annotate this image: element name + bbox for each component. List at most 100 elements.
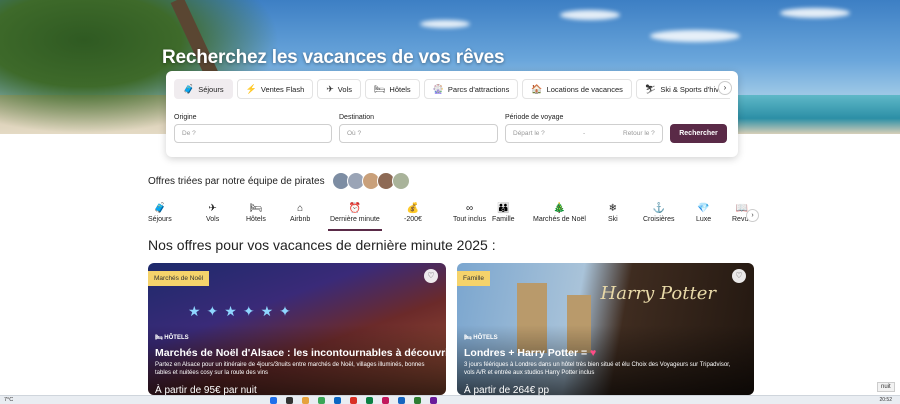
suitcase-icon: 🧳	[153, 203, 167, 214]
destination-label: Destination	[339, 114, 375, 121]
category-item[interactable]: ∞ Tout inclus	[453, 203, 486, 223]
taskbar-app-icon[interactable]	[430, 397, 437, 404]
favorite-heart-icon[interactable]: ♡	[424, 269, 438, 283]
offer-kind-label: HÔTELS	[164, 335, 189, 341]
search-button[interactable]: Rechercher	[670, 124, 727, 143]
search-tab[interactable]: 🧳 Séjours	[174, 79, 233, 99]
taskbar-app-icons	[270, 397, 437, 404]
category-label: Airbnb	[290, 216, 311, 223]
favorite-heart-icon[interactable]: ♡	[732, 269, 746, 283]
active-category-underline	[328, 229, 382, 231]
offer-badge: Famille	[457, 271, 490, 286]
categories-next-chevron-icon[interactable]: ›	[746, 209, 759, 222]
search-tab-label: Vols	[337, 84, 352, 94]
offer-card-alsace[interactable]: ★✦★✦★✦ Marchés de Noël ♡ 🛏 HÔTELS Marché…	[148, 263, 446, 395]
taskbar-app-icon[interactable]	[398, 397, 405, 404]
taskbar-app-icon[interactable]	[382, 397, 389, 404]
team-avatars	[332, 172, 410, 190]
snowflake-icon: ❄	[608, 203, 618, 214]
search-tab[interactable]: ⛷ Ski & Sports d'hiver	[635, 79, 730, 99]
category-label: Hôtels	[246, 216, 266, 223]
heart-emoji-icon: ♥	[590, 347, 597, 359]
category-item[interactable]: ⏰ Dernière minute	[328, 203, 382, 231]
offer-price: À partir de 264€ pp	[464, 385, 550, 395]
offers-title: Nos offres pour vos vacances de dernière…	[148, 237, 496, 253]
harry-potter-artwork: Harry Potter	[600, 283, 716, 304]
taskbar-app-icon[interactable]	[366, 397, 373, 404]
taskbar-app-icon[interactable]	[302, 397, 309, 404]
taskbar-app-icon[interactable]	[286, 397, 293, 404]
ski-icon: ⛷	[644, 83, 657, 94]
category-item[interactable]: 💎 Luxe	[696, 203, 711, 223]
nuit-chip: nuit	[877, 382, 895, 392]
search-tab[interactable]: ✈ Vols	[317, 79, 361, 99]
offer-kind: 🛏 HÔTELS	[464, 335, 498, 341]
offer-card-london[interactable]: Harry Potter Famille ♡ 🛏 HÔTELS Londres …	[457, 263, 754, 395]
alarm-icon: ⏰	[348, 203, 362, 214]
period-label: Période de voyage	[505, 114, 564, 121]
category-item[interactable]: 🎄 Marchés de Noël	[533, 203, 586, 223]
offer-title: Londres + Harry Potter = ♥	[464, 347, 596, 359]
offer-badge: Marchés de Noël	[148, 271, 210, 286]
search-tab[interactable]: ⚡ Ventes Flash	[236, 79, 314, 99]
search-tab[interactable]: 🎡 Parcs d'attractions	[423, 79, 519, 99]
period-input[interactable]: Départ le ? - Retour le ?	[505, 124, 663, 143]
bed-icon: 🛏	[249, 203, 263, 214]
departure-placeholder: Départ le ?	[513, 130, 545, 137]
hero-title: Recherchez les vacances de vos rêves	[162, 47, 505, 68]
category-item[interactable]: 🛏 Hôtels	[246, 203, 266, 223]
weather-widget[interactable]: 7°C	[4, 397, 13, 403]
category-label: Luxe	[696, 216, 712, 223]
category-label: Dernière minute	[330, 216, 380, 223]
category-label: Ski	[608, 216, 618, 223]
offer-title-text: Londres + Harry Potter =	[464, 347, 588, 359]
taskbar-app-icon[interactable]	[350, 397, 357, 404]
bed-icon: 🛏	[373, 83, 386, 94]
category-item[interactable]: 👪 Famille	[492, 203, 515, 223]
airbnb-icon: ⌂	[297, 203, 304, 214]
search-tab-label: Ski & Sports d'hiver	[660, 84, 726, 94]
return-placeholder: Retour le ?	[623, 130, 655, 137]
search-tab-label: Parcs d'attractions	[447, 84, 510, 94]
clock[interactable]: 20:52	[879, 397, 892, 403]
offer-price: À partir de 95€ par nuit	[155, 385, 257, 395]
category-label: Vols	[206, 216, 220, 223]
origin-input[interactable]: De ?	[174, 124, 332, 143]
category-item[interactable]: ⚓ Croisières	[643, 203, 675, 223]
suitcase-icon: 🧳	[183, 83, 195, 94]
search-tab[interactable]: 🛏 Hôtels	[364, 79, 420, 99]
search-tab-label: Hôtels	[389, 84, 411, 94]
search-tab-label: Ventes Flash	[260, 84, 305, 94]
category-label: -200€	[404, 216, 422, 223]
offer-kind-label: HÔTELS	[473, 335, 498, 341]
category-item[interactable]: 🧳 Séjours	[148, 203, 172, 223]
plane-icon: ✈	[208, 203, 217, 214]
tabs-next-chevron-icon[interactable]: ›	[718, 81, 732, 95]
category-label: Marchés de Noël	[533, 216, 586, 223]
search-tab[interactable]: 🏠 Locations de vacances	[522, 79, 632, 99]
taskbar-app-icon[interactable]	[270, 397, 277, 404]
period-separator: -	[583, 130, 586, 137]
plane-icon: ✈	[326, 83, 334, 94]
search-tab-label: Séjours	[198, 84, 224, 94]
category-label: Tout inclus	[453, 216, 487, 223]
money-bag-icon: 💰	[406, 203, 420, 214]
tree-icon: 🎄	[553, 203, 566, 214]
pirates-title: Offres triées par notre équipe de pirate…	[148, 176, 325, 187]
destination-input[interactable]: Où ?	[339, 124, 498, 143]
avatar	[392, 172, 410, 190]
park-icon: 🎡	[432, 83, 444, 94]
destination-placeholder: Où ?	[347, 130, 362, 137]
category-label: Séjours	[148, 216, 172, 223]
taskbar-app-icon[interactable]	[414, 397, 421, 404]
category-item[interactable]: ✈ Vols	[206, 203, 219, 223]
taskbar-app-icon[interactable]	[318, 397, 325, 404]
category-item[interactable]: ❄ Ski	[608, 203, 618, 223]
search-tab-label: Locations de vacances	[546, 84, 623, 94]
category-item[interactable]: 💰 -200€	[404, 203, 422, 223]
os-taskbar: 7°C 20:52	[0, 395, 900, 404]
category-item[interactable]: ⌂ Airbnb	[290, 203, 310, 223]
offer-description: 3 jours féériques à Londres dans un hôte…	[464, 362, 731, 376]
taskbar-app-icon[interactable]	[334, 397, 341, 404]
flash-icon: ⚡	[245, 83, 257, 94]
